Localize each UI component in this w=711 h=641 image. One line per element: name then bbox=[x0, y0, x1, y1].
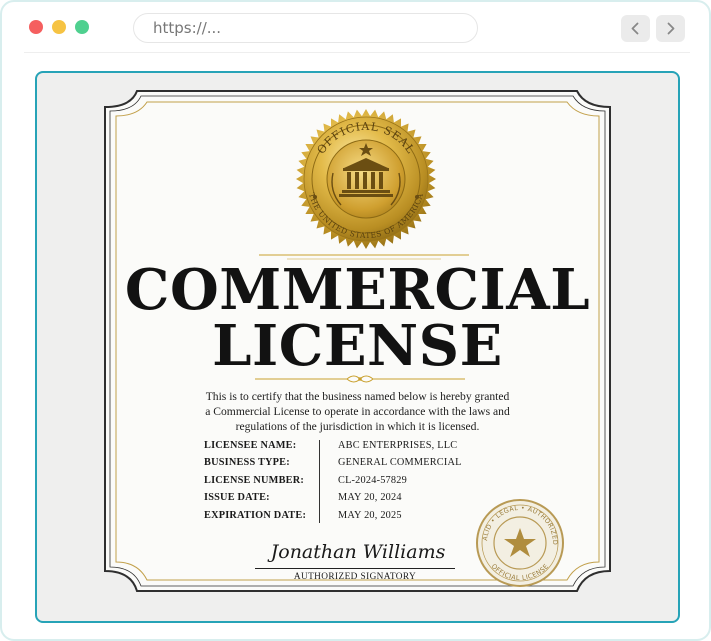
chevron-right-icon bbox=[667, 22, 675, 35]
issue-date-value: MAY 20, 2024 bbox=[338, 492, 402, 503]
issue-date-label: ISSUE DATE: bbox=[204, 492, 270, 503]
minimize-window-dot[interactable] bbox=[52, 20, 66, 34]
signature-caption: AUTHORIZED SIGNATORY bbox=[293, 572, 417, 582]
business-type-value: GENERAL COMMERCIAL bbox=[338, 457, 462, 468]
chevron-left-icon bbox=[631, 22, 639, 35]
licensee-name-value: ABC ENTERPRISES, LLC bbox=[338, 440, 458, 451]
forward-button[interactable] bbox=[656, 15, 685, 42]
intro-line: a Commercial License to operate in accor… bbox=[205, 405, 510, 418]
certificate-title-line1: COMMERCIAL bbox=[124, 257, 591, 323]
license-number-value: CL-2024-57829 bbox=[338, 475, 407, 486]
signature: Jonathan Williams bbox=[270, 541, 446, 563]
url-text: https://... bbox=[153, 19, 222, 37]
official-seal: OFFICIAL SEAL THE UNITED STATES OF AMERI… bbox=[296, 109, 436, 249]
details-divider bbox=[319, 440, 320, 523]
toolbar-divider bbox=[24, 52, 690, 53]
intro-line: regulations of the jurisdiction in which… bbox=[235, 420, 480, 433]
content-frame: OFFICIAL SEAL THE UNITED STATES OF AMERI… bbox=[35, 71, 680, 623]
business-type-label: BUSINESS TYPE: bbox=[204, 457, 290, 468]
certificate-title-line2: LICENSE bbox=[212, 313, 503, 379]
expiration-date-label: EXPIRATION DATE: bbox=[204, 510, 307, 521]
maximize-window-dot[interactable] bbox=[75, 20, 89, 34]
back-button[interactable] bbox=[621, 15, 650, 42]
close-window-dot[interactable] bbox=[29, 20, 43, 34]
signature-line bbox=[255, 568, 455, 569]
address-bar[interactable]: https://... bbox=[133, 13, 478, 43]
expiration-date-value: MAY 20, 2025 bbox=[338, 510, 402, 521]
license-certificate: OFFICIAL SEAL THE UNITED STATES OF AMERI… bbox=[37, 73, 678, 621]
browser-window: https://... OFFICIAL SEAL THE UNITED STA… bbox=[0, 0, 711, 641]
certificate-intro: This is to certify that the business nam… bbox=[187, 389, 528, 434]
license-number-label: LICENSE NUMBER: bbox=[204, 475, 304, 486]
intro-line: This is to certify that the business nam… bbox=[205, 390, 510, 403]
licensee-name-label: LICENSEE NAME: bbox=[204, 440, 297, 451]
